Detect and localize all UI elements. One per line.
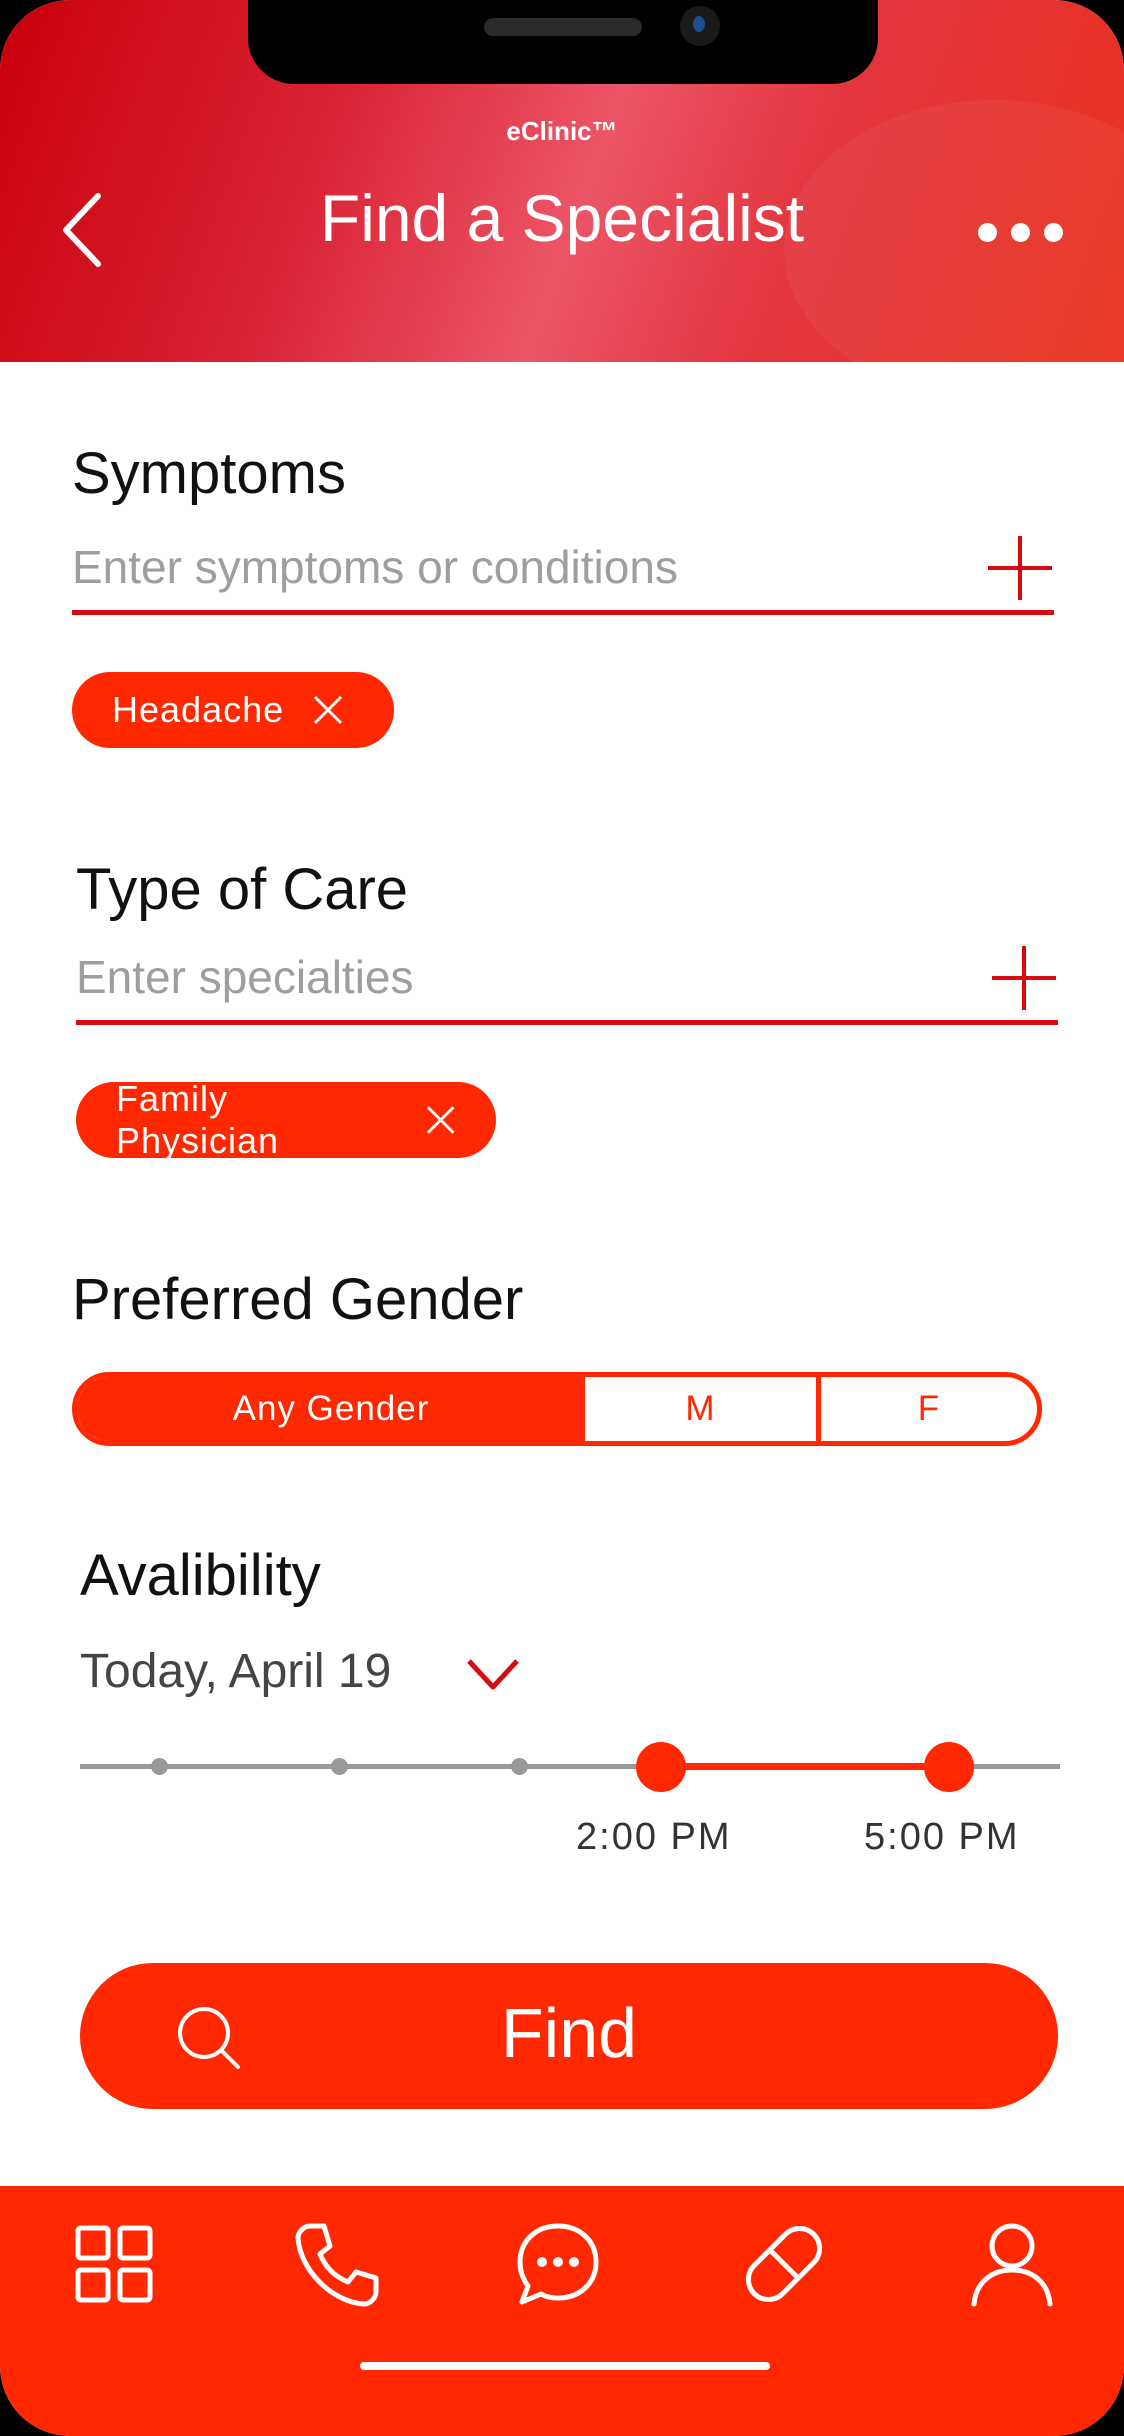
close-icon[interactable] <box>425 1104 456 1136</box>
date-selector[interactable]: Today, April 19 <box>80 1644 391 1699</box>
more-dot-icon <box>1011 222 1030 242</box>
chat-icon[interactable] <box>510 2216 606 2312</box>
slider-tick <box>331 1758 348 1775</box>
add-specialty-button[interactable] <box>990 944 1058 1012</box>
profile-icon[interactable] <box>964 2216 1060 2312</box>
gender-option-any[interactable]: Any Gender <box>77 1377 585 1441</box>
specialty-chip[interactable]: Family Physician <box>76 1078 496 1161</box>
slider-tick <box>151 1758 168 1775</box>
chevron-down-icon[interactable] <box>466 1656 520 1692</box>
gender-segmented-control: Any Gender M F <box>72 1372 1042 1446</box>
care-field <box>76 946 1058 1025</box>
grid-icon[interactable] <box>66 2216 162 2312</box>
more-options-button[interactable] <box>978 212 1068 252</box>
symptom-chip-label: Headache <box>112 689 285 730</box>
symptoms-field <box>72 536 1054 615</box>
specialty-chip-label: Family Physician <box>116 1078 280 1161</box>
chevron-left-icon <box>63 193 101 267</box>
symptom-chip[interactable]: Headache <box>72 672 394 748</box>
phone-screen: eClinic™ Find a Specialist Symptoms Head… <box>0 0 1124 2436</box>
device-notch <box>248 0 878 84</box>
page-title: Find a Specialist <box>319 181 805 255</box>
speaker <box>484 18 642 36</box>
slider-selected-range <box>660 1763 948 1770</box>
back-button[interactable] <box>56 190 116 270</box>
slider-start-handle[interactable] <box>636 1742 686 1792</box>
bottom-nav <box>0 2186 1124 2436</box>
end-time-label: 5:00 PM <box>864 1816 1020 1858</box>
symptoms-title: Symptoms <box>72 441 346 506</box>
more-dot-icon <box>978 222 997 242</box>
find-button-label: Find <box>500 1994 638 2072</box>
phone-icon[interactable] <box>288 2216 384 2312</box>
slider-end-handle[interactable] <box>924 1742 974 1792</box>
add-symptom-button[interactable] <box>986 534 1054 602</box>
find-button[interactable]: Find <box>80 1963 1058 2109</box>
gender-option-m[interactable]: M <box>585 1377 821 1441</box>
close-icon[interactable] <box>312 694 344 726</box>
header: eClinic™ Find a Specialist <box>0 0 1124 400</box>
symptoms-input[interactable] <box>72 540 892 594</box>
camera <box>680 6 720 46</box>
care-title: Type of Care <box>76 857 409 922</box>
slider-tick <box>511 1758 528 1775</box>
gender-title: Preferred Gender <box>72 1267 524 1332</box>
gender-option-f[interactable]: F <box>821 1377 1037 1441</box>
start-time-label: 2:00 PM <box>576 1816 732 1858</box>
specialty-input[interactable] <box>76 950 896 1004</box>
availability-title: Avalibility <box>80 1543 321 1608</box>
pill-icon[interactable] <box>736 2216 832 2312</box>
brand-label: eClinic™ <box>506 116 618 146</box>
home-indicator[interactable] <box>360 2362 770 2370</box>
more-dot-icon <box>1044 222 1063 242</box>
